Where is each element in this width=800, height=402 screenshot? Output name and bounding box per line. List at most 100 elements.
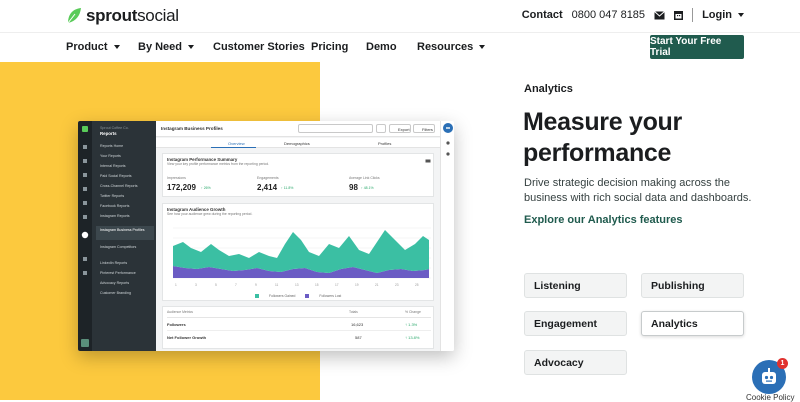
tab-demographics[interactable]: Demographics [284,141,310,146]
nav-item-resources[interactable]: Resources [417,41,486,53]
chevron-down-icon [188,45,195,49]
nav-item-by-need[interactable]: By Need [138,41,195,53]
table-header-cell: Audience Metrics [167,310,194,314]
section-eyebrow: Analytics [524,83,573,95]
print-icon[interactable] [425,158,431,164]
sidebar-item[interactable]: Instagram Reports [100,214,130,218]
nav-item-pricing[interactable]: Pricing [311,41,348,53]
nav-item-demo[interactable]: Demo [366,41,397,53]
svg-text:9: 9 [255,283,257,287]
svg-text:21: 21 [375,283,379,287]
legend-label: Followers Gained [269,294,296,298]
page-title: Instagram Business Profiles [161,126,223,131]
explore-analytics-link[interactable]: Explore our Analytics features [524,214,683,226]
date-range-picker[interactable] [298,124,373,133]
legend-swatch [305,294,310,298]
tab-publishing[interactable]: Publishing [641,273,744,298]
svg-text:23: 23 [395,283,399,287]
robot-icon [762,368,776,384]
more-options-button[interactable] [376,124,386,133]
svg-text:17: 17 [335,283,339,287]
table-row-total: 587 [355,335,362,340]
svg-text:13: 13 [295,283,299,287]
sidebar-item[interactable]: Advocacy Reports [100,281,129,285]
tab-listening[interactable]: Listening [524,273,627,298]
metric-label: Average Link Clicks [349,176,380,180]
svg-text:15: 15 [315,283,319,287]
svg-text:7: 7 [235,283,237,287]
table-row-change: ↑ 13.8% [405,335,420,340]
chevron-down-icon [113,45,120,49]
metric-value: 2,414 [257,183,278,192]
login-menu[interactable]: Login [702,9,744,21]
sidebar-item[interactable]: LinkedIn Reports [100,261,127,265]
sidebar-item[interactable]: Paid Social Reports [100,174,132,178]
sidebar-item[interactable]: Pinterest Performance [100,271,136,275]
tab-advocacy[interactable]: Advocacy [524,350,627,375]
sidebar-item[interactable]: Facebook Reports [100,204,129,208]
sidebar-item[interactable]: Cross-Channel Reports [100,184,138,188]
report-content: Instagram Business Profiles Export Filte… [156,121,440,351]
hero-description: Drive strategic decision making across t… [524,177,752,204]
nav-item-product[interactable]: Product [66,41,120,53]
sidebar-item[interactable]: Customer Branding [100,291,131,295]
active-tab-underline [211,147,256,148]
tab-overview[interactable]: Overview [228,141,245,146]
table-divider [167,317,431,318]
sidebar-caption: Sprout Coffee Co. [100,126,129,130]
top-bar: sproutsocial Contact 0800 047 8185 Login [0,0,800,30]
svg-text:25: 25 [415,283,419,287]
metric-value: 98 [349,183,358,192]
sidebar-item[interactable]: Internal Reports [100,164,126,168]
metric-change: ↑ 26% [201,186,211,190]
audience-metrics-table: Audience Metrics Totals % Change Followe… [162,306,434,349]
legend-swatch [255,294,259,298]
divider [692,8,694,22]
chart-legend: Followers Gained Followers Lost [255,294,341,298]
sidebar-item[interactable]: Twitter Reports [100,194,124,198]
chevron-down-icon [479,45,486,49]
summary-subtitle: View your key profile performance metric… [167,162,270,166]
svg-text:11: 11 [275,283,279,287]
tab-engagement[interactable]: Engagement [524,311,627,336]
sproutsocial-logo[interactable]: sproutsocial [66,6,179,26]
logo-text: sproutsocial [86,6,179,25]
analytics-dashboard-screenshot: Sprout Coffee Co. Reports Reports Home Y… [78,121,454,351]
phone-link[interactable]: 0800 047 8185 [572,9,645,21]
filters-button[interactable]: Filters [413,124,435,133]
svg-text:19: 19 [355,283,359,287]
leaf-icon [67,8,81,24]
contact-link[interactable]: Contact [522,9,563,21]
svg-text:1: 1 [175,283,177,287]
metric-change: ↑ 48.1% [361,186,374,190]
calendar-icon[interactable] [674,10,684,20]
export-button[interactable]: Export [389,124,411,133]
sidebar-item[interactable]: Your Reports [100,154,121,158]
table-divider [167,330,431,331]
mail-icon[interactable] [654,10,665,20]
sidebar-item[interactable]: Instagram Competitors [100,245,136,249]
login-label: Login [702,9,732,21]
nav-item-customer-stories[interactable]: Customer Stories [213,41,305,53]
metric-change: ↑ 11.8% [281,186,294,190]
legend-label: Followers Lost [319,294,342,298]
start-free-trial-button[interactable]: Start Your Free Trial [650,35,744,59]
compose-icon[interactable] [441,121,454,161]
metric-label: Engagements [257,176,279,180]
reports-sidebar: Sprout Coffee Co. Reports Reports Home Y… [92,121,156,351]
sidebar-item-active[interactable]: Instagram Business Profiles [100,228,146,233]
svg-text:3: 3 [195,283,197,287]
table-row-change: ↑ 1.3% [405,322,418,327]
headline-line: Measure your [523,108,682,136]
followers-gained-area [173,230,429,273]
sidebar-item[interactable]: Reports Home [100,144,123,148]
metric-label: Impressions [167,176,186,180]
growth-subtitle: See how your audience grew during the re… [167,212,253,216]
table-row-total: 16,623 [351,322,364,327]
audience-growth-chart: 13579 11 13 15 17 19 21 23 25 [173,227,431,287]
tab-analytics[interactable]: Analytics [641,311,744,336]
tab-profiles[interactable]: Profiles [378,141,391,146]
cookie-policy-link[interactable]: Cookie Policy [746,393,794,402]
table-header-cell: % Change [405,310,421,314]
right-tool-rail [440,121,454,351]
